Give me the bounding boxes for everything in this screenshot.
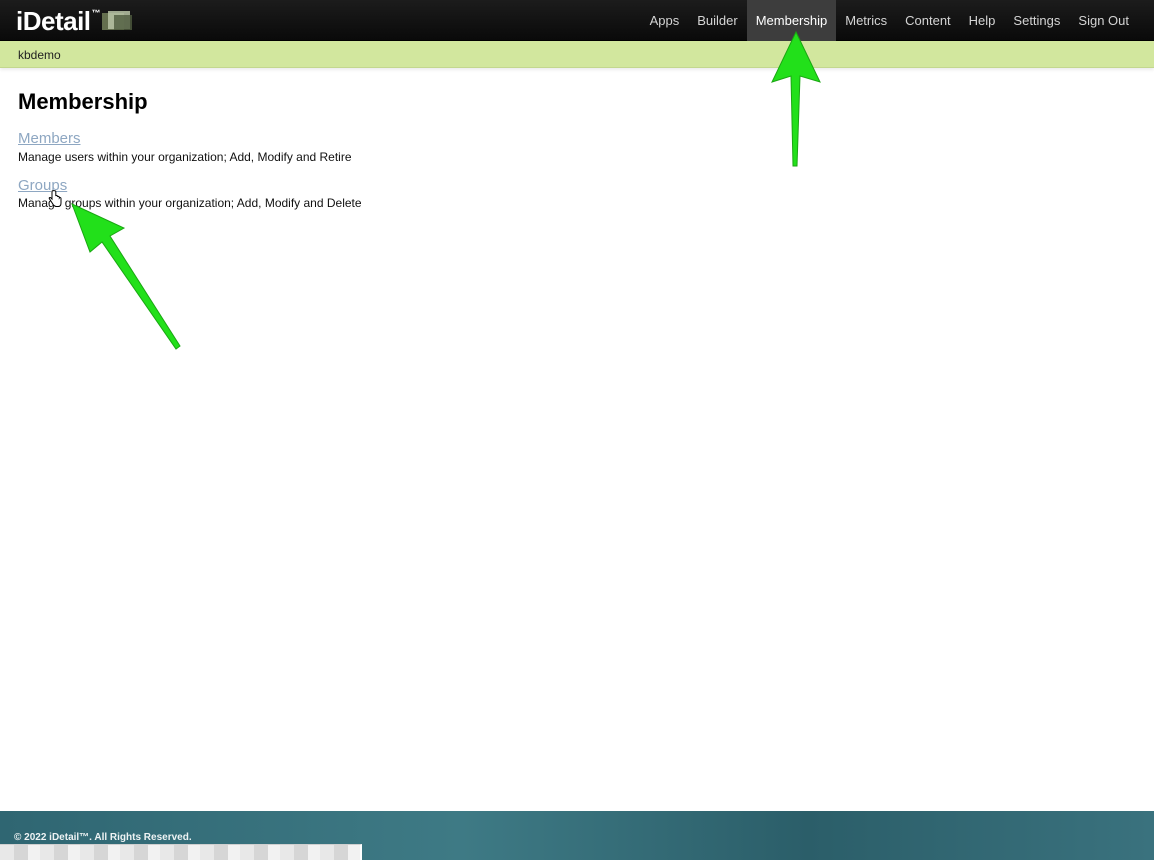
nav-apps[interactable]: Apps: [641, 0, 689, 41]
top-navbar: iDetail ™ Apps Builder Membership Metrics…: [0, 0, 1154, 41]
nav-metrics[interactable]: Metrics: [836, 0, 896, 41]
idetail-logo[interactable]: iDetail ™: [16, 6, 134, 36]
nav-sign-out[interactable]: Sign Out: [1069, 0, 1138, 41]
page-title: Membership: [18, 89, 148, 114]
up-arrow-annotation: [771, 30, 821, 167]
nav-settings[interactable]: Settings: [1004, 0, 1069, 41]
brand-name: iDetail: [16, 6, 91, 36]
organization-bar: kbdemo: [0, 41, 1154, 68]
footer: © 2022 iDetail™. All Rights Reserved.: [0, 811, 1154, 860]
hand-pointer-icon: [48, 190, 62, 207]
pixelated-redaction: [0, 844, 362, 860]
diagonal-arrow-annotation: [71, 203, 181, 350]
footer-copyright: © 2022 iDetail™. All Rights Reserved.: [14, 832, 192, 843]
nav-builder[interactable]: Builder: [688, 0, 746, 41]
brand-trademark: ™: [91, 8, 101, 18]
logo-squares-icon: [102, 11, 134, 33]
organization-name: kbdemo: [18, 48, 61, 62]
nav-content[interactable]: Content: [896, 0, 960, 41]
nav-help[interactable]: Help: [960, 0, 1005, 41]
main-nav: Apps Builder Membership Metrics Content …: [641, 0, 1138, 41]
members-description: Manage users within your organization; A…: [18, 150, 352, 164]
members-link[interactable]: Members: [18, 130, 81, 147]
